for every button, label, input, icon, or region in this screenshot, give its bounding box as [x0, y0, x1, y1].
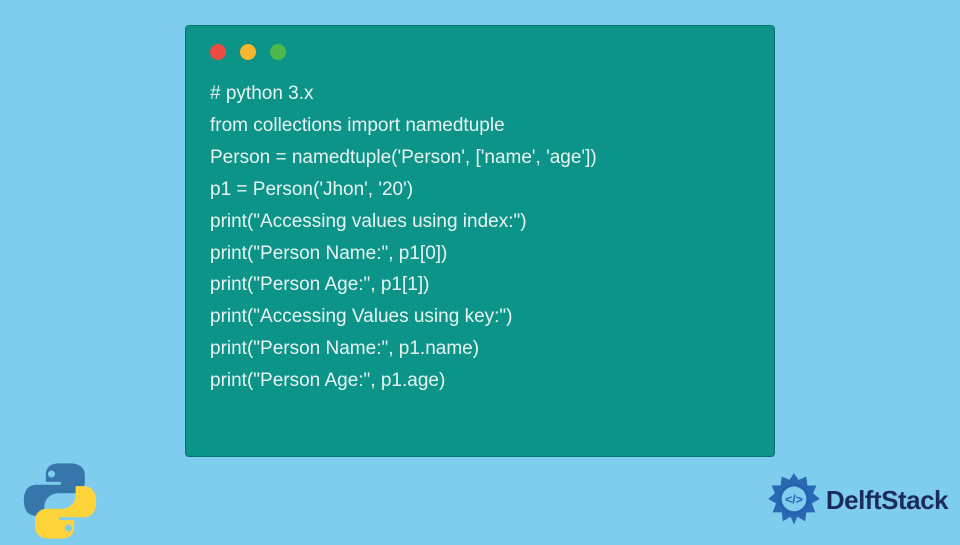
code-window: # python 3.x from collections import nam…: [185, 25, 775, 457]
svg-text:</>: </>: [785, 492, 803, 506]
code-line: # python 3.x: [210, 78, 750, 110]
code-line: print("Accessing values using index:"): [210, 206, 750, 238]
code-line: print("Person Age:", p1[1]): [210, 269, 750, 301]
code-line: p1 = Person('Jhon', '20'): [210, 174, 750, 206]
code-line: print("Person Name:", p1[0]): [210, 238, 750, 270]
maximize-icon: [270, 44, 286, 60]
code-line: from collections import namedtuple: [210, 110, 750, 142]
delftstack-logo-icon: </>: [766, 472, 822, 528]
close-icon: [210, 44, 226, 60]
python-logo-icon: [20, 462, 100, 540]
code-line: print("Accessing Values using key:"): [210, 301, 750, 333]
window-buttons: [210, 44, 750, 60]
code-line: print("Person Age:", p1.age): [210, 365, 750, 397]
delftstack-brand: </> DelftStack: [766, 472, 948, 528]
code-line: Person = namedtuple('Person', ['name', '…: [210, 142, 750, 174]
minimize-icon: [240, 44, 256, 60]
brand-name: DelftStack: [826, 485, 948, 516]
code-block: # python 3.x from collections import nam…: [210, 78, 750, 397]
code-line: print("Person Name:", p1.name): [210, 333, 750, 365]
